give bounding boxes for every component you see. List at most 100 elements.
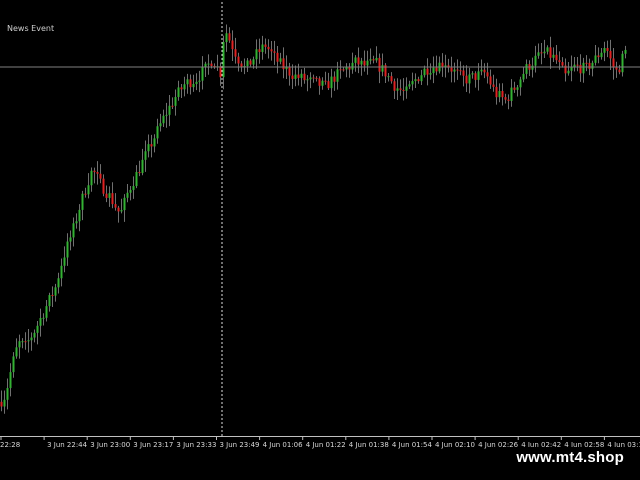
bull-candle (36, 325, 39, 333)
watermark: www.mt4.shop (510, 447, 630, 468)
bear-candle (150, 144, 153, 147)
bull-candle (132, 186, 135, 190)
price-chart: News Event 22:28 3 Jun 22:44 3 Jun 23:00 3 … (0, 2, 640, 449)
bull-candle (600, 52, 603, 58)
bear-candle (465, 75, 468, 84)
bear-candle (258, 49, 261, 53)
bear-candle (483, 69, 486, 73)
bear-candle (114, 204, 117, 208)
bear-candle (450, 67, 453, 72)
bear-candle (342, 69, 345, 71)
bull-candle (369, 59, 372, 61)
bull-candle (480, 69, 483, 72)
bear-candle (615, 67, 618, 70)
bull-candle (534, 55, 537, 66)
bull-candle (69, 237, 72, 242)
bull-candle (624, 49, 627, 54)
bear-candle (318, 78, 321, 86)
bull-candle (48, 295, 51, 307)
bull-candle (411, 81, 414, 85)
bear-candle (501, 90, 504, 98)
bull-candle (147, 144, 150, 152)
candles-layer (0, 24, 627, 414)
bull-candle (309, 77, 312, 80)
bear-candle (234, 49, 237, 57)
bull-candle (294, 74, 297, 79)
bull-candle (201, 67, 204, 81)
time-axis-label: 4 Jun 02:10 (435, 441, 475, 449)
time-axis-label: 4 Jun 01:54 (392, 441, 433, 449)
bull-candle (300, 73, 303, 78)
bull-candle (375, 57, 378, 61)
bull-candle (591, 62, 594, 69)
bull-candle (81, 193, 84, 210)
bull-candle (66, 241, 69, 258)
time-axis-label: 22:28 (0, 441, 20, 449)
bear-candle (435, 67, 438, 72)
time-axis-label: 3 Jun 23:49 (219, 441, 259, 449)
bear-candle (456, 69, 459, 71)
bull-candle (15, 347, 18, 357)
bear-candle (84, 193, 87, 195)
bear-candle (96, 172, 99, 174)
bull-candle (471, 73, 474, 75)
bear-candle (24, 341, 27, 343)
bull-candle (135, 171, 138, 187)
bear-candle (273, 51, 276, 53)
bull-candle (354, 57, 357, 63)
bear-candle (297, 74, 300, 78)
bear-candle (231, 40, 234, 50)
bull-candle (477, 71, 480, 80)
bear-candle (363, 60, 366, 66)
bear-candle (267, 46, 270, 50)
bear-candle (219, 66, 222, 78)
time-axis-label: 4 Jun 01:22 (306, 441, 346, 449)
bear-candle (606, 48, 609, 51)
bull-candle (18, 341, 21, 348)
bull-candle (321, 80, 324, 86)
bull-candle (165, 114, 168, 116)
bear-candle (138, 171, 141, 174)
bull-candle (126, 192, 129, 198)
bull-candle (279, 58, 282, 62)
bull-candle (345, 67, 348, 70)
bull-candle (57, 278, 60, 288)
bull-candle (603, 48, 606, 53)
bull-candle (225, 33, 228, 43)
bear-candle (99, 173, 102, 179)
bear-candle (111, 193, 114, 205)
bull-candle (33, 332, 36, 338)
bull-candle (510, 87, 513, 101)
bull-candle (621, 53, 624, 73)
bear-candle (417, 79, 420, 82)
bear-candle (327, 81, 330, 89)
bear-candle (315, 77, 318, 79)
bear-candle (609, 50, 612, 59)
bull-candle (30, 337, 33, 341)
bull-candle (537, 52, 540, 56)
bear-candle (357, 57, 360, 65)
bear-candle (549, 47, 552, 58)
bear-candle (378, 57, 381, 72)
bear-candle (180, 87, 183, 90)
bull-candle (420, 75, 423, 82)
bear-candle (276, 52, 279, 62)
bull-candle (468, 74, 471, 84)
bull-candle (9, 372, 12, 389)
bull-candle (453, 69, 456, 72)
bull-candle (522, 73, 525, 80)
bear-candle (555, 54, 558, 61)
bear-candle (288, 67, 291, 76)
bull-candle (75, 221, 78, 224)
bull-candle (366, 60, 369, 66)
bear-candle (51, 295, 54, 297)
bull-candle (90, 170, 93, 186)
bull-candle (381, 65, 384, 72)
bear-candle (102, 178, 105, 194)
bull-candle (543, 51, 546, 54)
bull-candle (156, 126, 159, 139)
bull-candle (351, 62, 354, 70)
bull-candle (432, 67, 435, 74)
bull-candle (87, 185, 90, 195)
bull-candle (546, 47, 549, 52)
